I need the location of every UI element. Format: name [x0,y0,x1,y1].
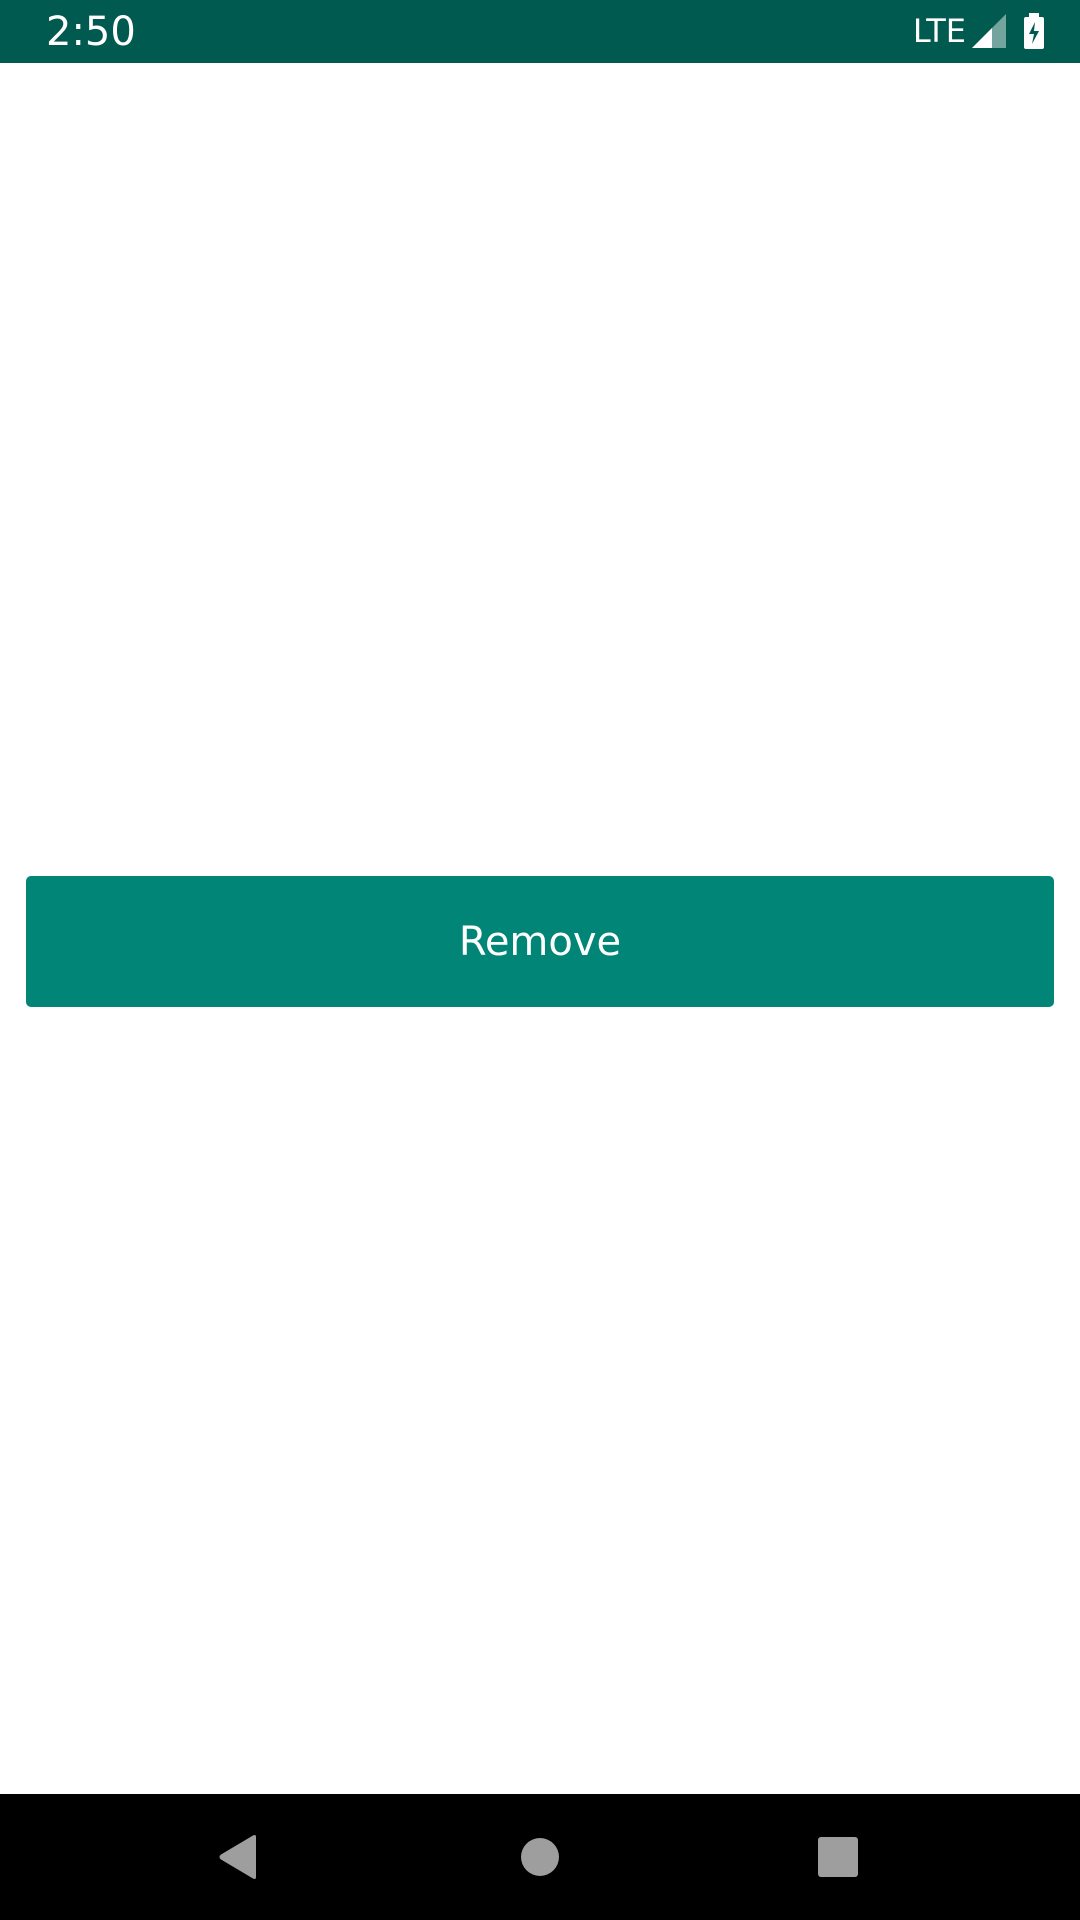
status-bar: 2:50 LTE [0,0,1080,63]
home-button[interactable] [495,1812,585,1902]
status-time: 2:50 [46,9,136,55]
home-icon [521,1838,559,1876]
recents-icon [818,1837,858,1877]
battery-charging-icon [1024,13,1044,49]
back-button[interactable] [193,1812,283,1902]
screen: 2:50 LTE Remove [0,0,1080,1920]
recents-button[interactable] [793,1812,883,1902]
back-icon [219,1835,256,1879]
network-type-label: LTE [912,12,966,50]
main-content: Remove [0,63,1080,1794]
status-icons: LTE [913,11,1046,51]
remove-button[interactable]: Remove [26,876,1054,1007]
navigation-bar [0,1794,1080,1920]
signal-icon [972,14,1006,48]
